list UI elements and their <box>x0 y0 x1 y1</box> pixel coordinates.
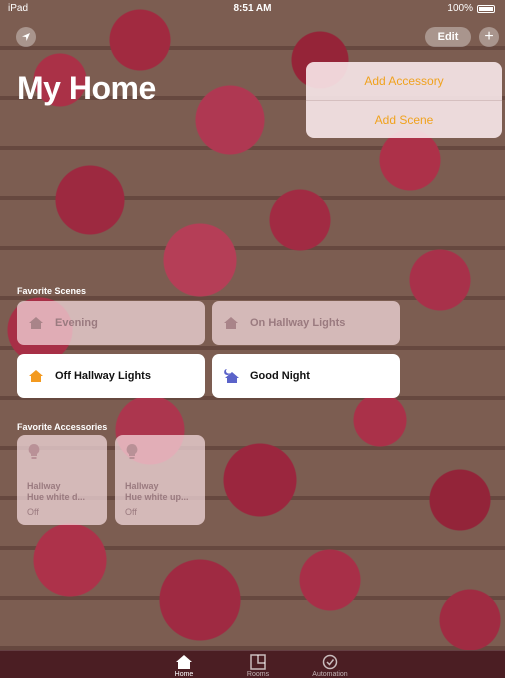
accessory-name: Hue white d... <box>27 492 86 502</box>
favorite-scenes-heading: Favorite Scenes <box>17 286 87 296</box>
battery-percent: 100% <box>447 3 473 14</box>
add-accessory-menu-item[interactable]: Add Accessory <box>306 62 502 100</box>
add-scene-menu-item[interactable]: Add Scene <box>306 100 502 138</box>
scene-label: Evening <box>55 317 98 329</box>
scene-label: Off Hallway Lights <box>55 370 151 382</box>
accessory-name: Hue white up... <box>125 492 189 502</box>
add-button[interactable]: + <box>479 27 499 47</box>
battery-icon <box>477 4 495 13</box>
automation-tab-icon <box>322 654 338 670</box>
add-menu-popover: Add Accessory Add Scene <box>306 62 502 138</box>
accessory-tile[interactable]: Hallway Hue white up... Off <box>115 435 205 525</box>
scene-good-night[interactable]: Good Night <box>212 354 400 398</box>
rooms-tab-icon <box>250 654 266 670</box>
tab-automation[interactable]: Automation <box>300 654 360 678</box>
bulb-icon <box>28 444 40 459</box>
tab-label: Automation <box>312 671 348 678</box>
favorite-accessories-heading: Favorite Accessories <box>17 422 108 432</box>
accessory-tile[interactable]: Hallway Hue white d... Off <box>17 435 107 525</box>
battery-indicator: 100% <box>447 3 495 14</box>
edit-button[interactable]: Edit <box>425 27 471 47</box>
house-orange-icon <box>27 368 45 384</box>
scene-label: On Hallway Lights <box>250 317 346 329</box>
location-arrow-icon <box>22 33 30 41</box>
location-button[interactable] <box>16 27 36 47</box>
status-bar: iPad 8:51 AM 100% <box>0 0 505 18</box>
scene-label: Good Night <box>250 370 310 382</box>
tab-home[interactable]: Home <box>154 654 214 678</box>
status-time: 8:51 AM <box>233 3 272 14</box>
page-title: My Home <box>17 70 156 106</box>
tab-label: Home <box>174 671 194 678</box>
accessory-state: Off <box>27 507 39 517</box>
accessory-room: Hallway <box>27 481 61 491</box>
scene-evening[interactable]: Evening <box>17 301 205 345</box>
house-icon <box>27 315 45 331</box>
accessory-room: Hallway <box>125 481 159 491</box>
tab-rooms[interactable]: Rooms <box>228 654 288 678</box>
house-tab-icon <box>176 655 192 669</box>
scene-on-hallway-lights[interactable]: On Hallway Lights <box>212 301 400 345</box>
tab-bar: Home Rooms Automation <box>0 650 505 678</box>
tab-label: Rooms <box>246 671 270 678</box>
scene-off-hallway-lights[interactable]: Off Hallway Lights <box>17 354 205 398</box>
house-icon <box>222 315 240 331</box>
accessory-state: Off <box>125 507 137 517</box>
bulb-icon <box>126 444 138 459</box>
house-moon-icon <box>222 368 240 384</box>
